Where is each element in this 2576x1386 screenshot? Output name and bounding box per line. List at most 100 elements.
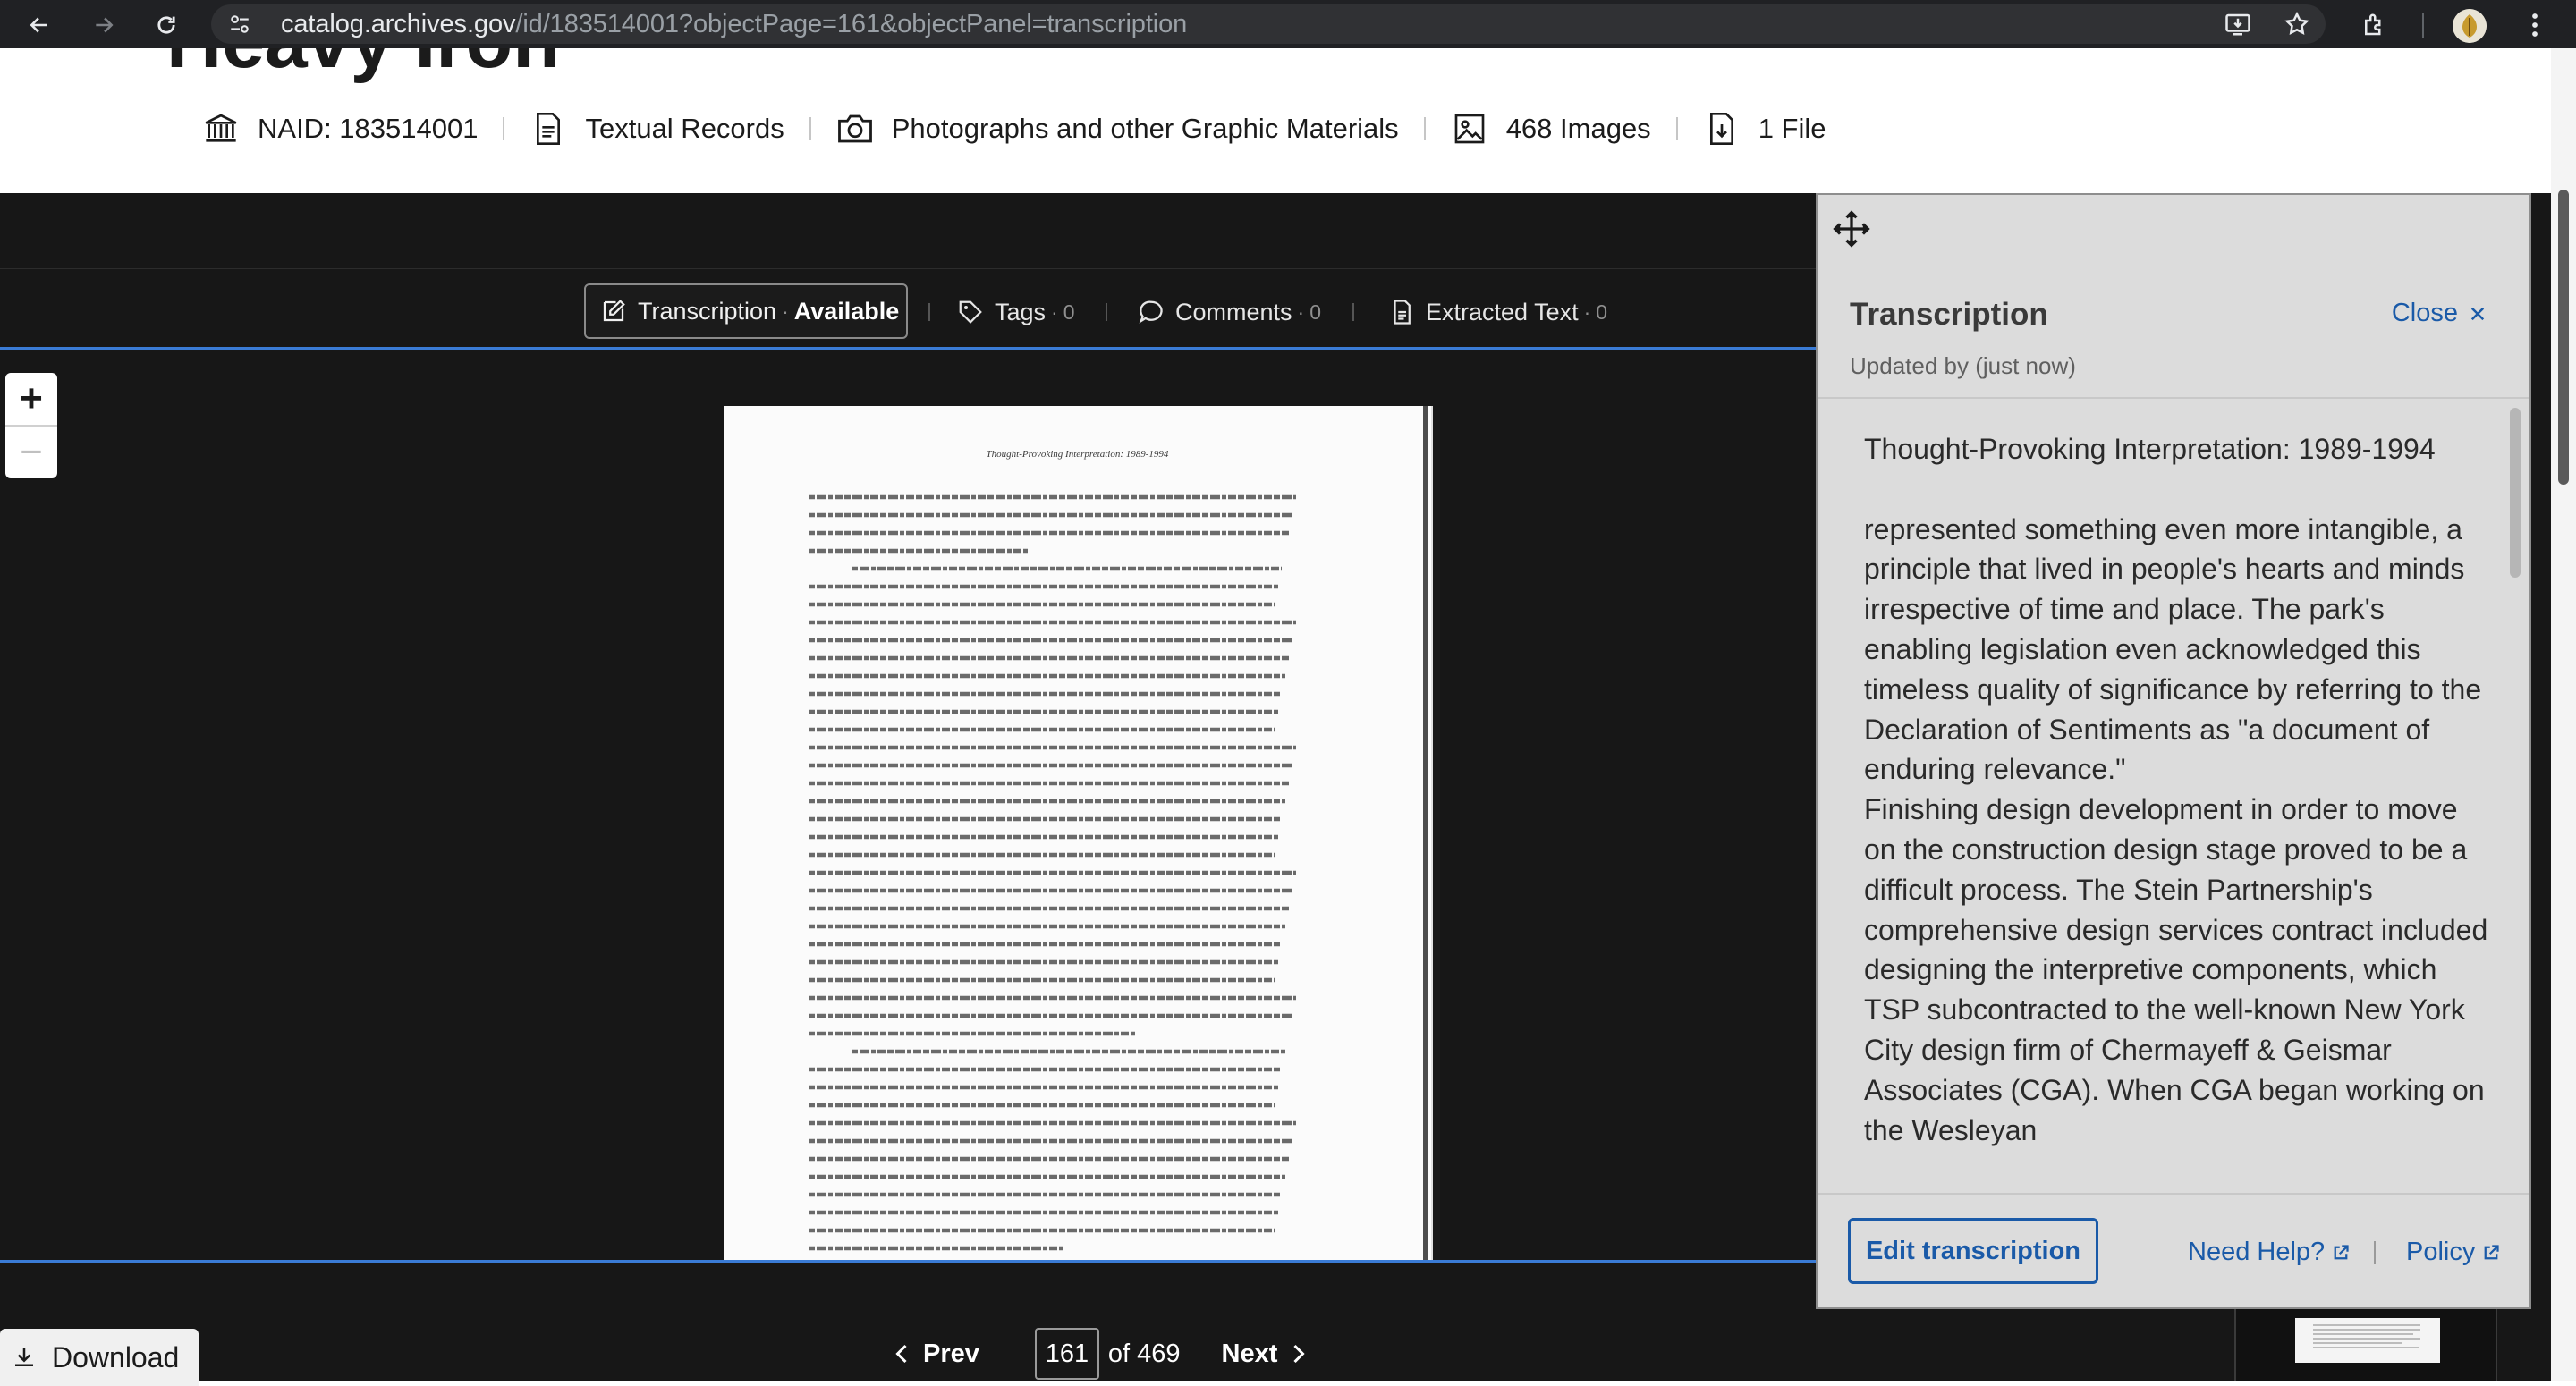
reload-icon[interactable]: [148, 7, 184, 43]
page-scrollbar[interactable]: [2551, 48, 2576, 1381]
transcript-paragraph: represented something even more intangib…: [1864, 512, 2482, 786]
page-scrollbar-thumb[interactable]: [2558, 190, 2569, 485]
next-page-button[interactable]: Next: [1222, 1340, 1307, 1369]
tab-transcription-label: Transcription: [638, 297, 777, 325]
page-thumbnail[interactable]: [2295, 1318, 2440, 1363]
close-label: Close: [2391, 299, 2458, 327]
meta-files: 1 File: [1703, 110, 1826, 148]
document-page-image: Thought-Provoking Interpretation: 1989-1…: [724, 406, 1431, 1260]
chevron-right-icon: [1292, 1343, 1306, 1365]
close-icon: [2469, 305, 2487, 323]
record-meta-row: NAID: 183514001 Textual Records Photogra…: [202, 107, 1826, 150]
toolbar-divider: [2422, 13, 2424, 38]
transcription-panel: Transcription Close Updated by (just now…: [1816, 193, 2531, 1309]
next-label: Next: [1221, 1339, 1278, 1368]
meta-divider: [503, 117, 505, 140]
zoom-controls: + −: [5, 373, 57, 478]
external-link-icon: [2332, 1244, 2350, 1262]
profile-avatar[interactable]: [2453, 9, 2487, 43]
page-number-input[interactable]: 161: [1034, 1328, 1099, 1380]
tab-separator: ·: [1051, 300, 1058, 324]
meta-divider: [1675, 117, 1678, 140]
tags-count: 0: [1063, 300, 1075, 324]
tab-extracted-text[interactable]: Extracted Text · 0: [1386, 287, 1607, 337]
photographs-label: Photographs and other Graphic Materials: [891, 113, 1399, 144]
forward-icon[interactable]: [86, 7, 122, 43]
tab-tags[interactable]: Tags · 0: [955, 287, 1075, 337]
thumbnail-strip[interactable]: [2234, 1304, 2497, 1381]
address-bar[interactable]: catalog.archives.gov/id/183514001?object…: [211, 4, 2326, 44]
tab-extracted-label: Extracted Text: [1426, 298, 1579, 325]
transcription-scrollbar[interactable]: [2510, 408, 2521, 578]
url-text[interactable]: catalog.archives.gov/id/183514001?object…: [281, 4, 1187, 44]
download-button[interactable]: Download: [0, 1329, 199, 1386]
textual-records-label: Textual Records: [585, 113, 784, 144]
files-count-label: 1 File: [1758, 113, 1826, 144]
tab-separator: ·: [782, 299, 789, 323]
panel-title: Transcription: [1850, 297, 2048, 332]
tab-comments-label: Comments: [1175, 298, 1292, 325]
total-pages-label: of 469: [1107, 1339, 1181, 1368]
need-help-label: Need Help?: [2188, 1238, 2326, 1266]
tab-separator: ·: [1583, 300, 1591, 324]
tab-divider: [928, 303, 930, 321]
document-icon: [530, 110, 567, 148]
document-canvas[interactable]: + − Thought-Provoking Interpretation: 19…: [0, 347, 1816, 1263]
meta-textual-records: Textual Records: [530, 110, 784, 148]
transcript-heading: Thought-Provoking Interpretation: 1989-1…: [1864, 433, 2436, 465]
file-download-icon: [1703, 110, 1741, 148]
transcription-status: Available: [793, 297, 900, 325]
install-app-icon[interactable]: [2220, 6, 2256, 42]
transcript-paragraph: Finishing design development in order to…: [1864, 793, 2488, 1146]
meta-images: 468 Images: [1451, 110, 1651, 148]
viewer-tabs: Transcription · Available Tags · 0 Comme…: [0, 268, 1816, 346]
transcription-text: Thought-Provoking Interpretation: 1989-1…: [1864, 429, 2490, 1150]
tag-icon: [955, 297, 986, 327]
site-info-icon[interactable]: [227, 12, 252, 37]
browser-toolbar: catalog.archives.gov/id/183514001?object…: [0, 0, 2576, 48]
page-navigator: Prev 161 of 469 Next: [894, 1327, 1306, 1381]
back-icon[interactable]: [21, 7, 57, 43]
zoom-out-button[interactable]: −: [5, 427, 57, 478]
text-file-icon: [1386, 297, 1417, 327]
chevron-left-icon: [894, 1343, 909, 1365]
updated-by-text: Updated by (just now): [1850, 352, 2076, 379]
extensions-icon[interactable]: [2356, 7, 2392, 43]
camera-icon: [836, 110, 874, 148]
building-icon: [202, 110, 240, 148]
meta-naid: NAID: 183514001: [202, 110, 478, 148]
need-help-link[interactable]: Need Help?: [2188, 1238, 2350, 1267]
image-icon: [1451, 110, 1488, 148]
extracted-count: 0: [1596, 300, 1608, 324]
record-title: Heavy Iron: [166, 48, 560, 86]
meta-photographs: Photographs and other Graphic Materials: [836, 110, 1399, 148]
meta-divider: [809, 117, 811, 140]
zoom-in-button[interactable]: +: [5, 373, 57, 427]
images-count-label: 468 Images: [1505, 113, 1651, 144]
footer-divider: [2374, 1241, 2376, 1264]
naid-label: NAID: 183514001: [258, 113, 479, 144]
meta-divider: [1423, 117, 1426, 140]
comments-count: 0: [1309, 300, 1321, 324]
prev-page-button[interactable]: Prev: [894, 1340, 979, 1369]
bookmark-star-icon[interactable]: [2279, 6, 2315, 42]
transcription-scroll-area[interactable]: Thought-Provoking Interpretation: 1989-1…: [1818, 397, 2529, 1195]
url-domain: catalog.archives.gov: [281, 10, 516, 38]
policy-link[interactable]: Policy: [2406, 1238, 2500, 1267]
comment-icon: [1136, 297, 1166, 327]
policy-label: Policy: [2406, 1238, 2476, 1266]
record-header: Heavy Iron NAID: 183514001 Textual Recor…: [0, 48, 2551, 193]
download-label: Download: [52, 1340, 180, 1373]
close-panel-button[interactable]: Close: [2392, 299, 2487, 328]
move-handle-icon[interactable]: [1830, 207, 1873, 250]
download-icon: [11, 1344, 38, 1371]
edit-transcription-button[interactable]: Edit transcription: [1848, 1218, 2098, 1284]
tab-tags-label: Tags: [995, 298, 1046, 325]
tab-transcription[interactable]: Transcription · Available: [584, 283, 908, 339]
page-text-lines: [809, 494, 1296, 1251]
tab-divider: [1352, 303, 1354, 321]
tab-comments[interactable]: Comments · 0: [1136, 287, 1321, 337]
browser-menu-icon[interactable]: [2517, 7, 2553, 43]
tab-separator: ·: [1297, 300, 1305, 324]
prev-label: Prev: [923, 1339, 979, 1368]
